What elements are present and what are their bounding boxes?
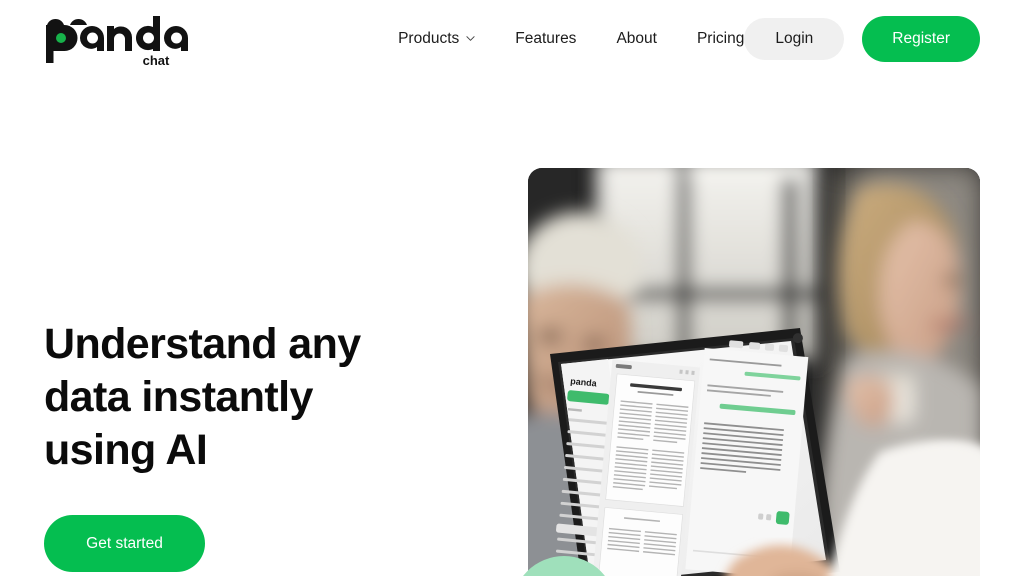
nav-label-products: Products: [398, 30, 460, 47]
nav-item-features[interactable]: Features: [515, 22, 576, 56]
get-started-button[interactable]: Get started: [44, 515, 205, 572]
laptop-send-button: [775, 511, 790, 525]
hero-photo-illustration: panda: [528, 168, 980, 576]
nav-label-about: About: [616, 30, 657, 47]
laptop-chat-panel: [685, 333, 809, 576]
hero-image: panda: [528, 168, 980, 576]
hero-headline: Understand any data instantly using AI: [44, 320, 361, 474]
panda-logo-icon: chat: [46, 16, 188, 67]
login-button[interactable]: Login: [744, 18, 845, 60]
hero-copy: Understand any data instantly using AI G…: [44, 318, 464, 572]
nav-label-pricing: Pricing: [696, 30, 745, 47]
panda-eye-dot: [56, 33, 66, 43]
chevron-down-icon: [466, 34, 475, 43]
nav-item-products[interactable]: Products: [398, 22, 475, 56]
main-nav: Products Features About Pricing Login Re…: [398, 16, 980, 62]
register-button[interactable]: Register: [862, 16, 980, 62]
nav-item-pricing[interactable]: Pricing: [697, 22, 744, 56]
site-header: chat Products Features About Pricing Log…: [0, 0, 1024, 78]
nav-item-about[interactable]: About: [616, 22, 657, 56]
logo-sub-chat: chat: [143, 53, 170, 67]
nav-label-features: Features: [515, 30, 577, 47]
panda-chat-logo[interactable]: chat: [44, 11, 194, 67]
